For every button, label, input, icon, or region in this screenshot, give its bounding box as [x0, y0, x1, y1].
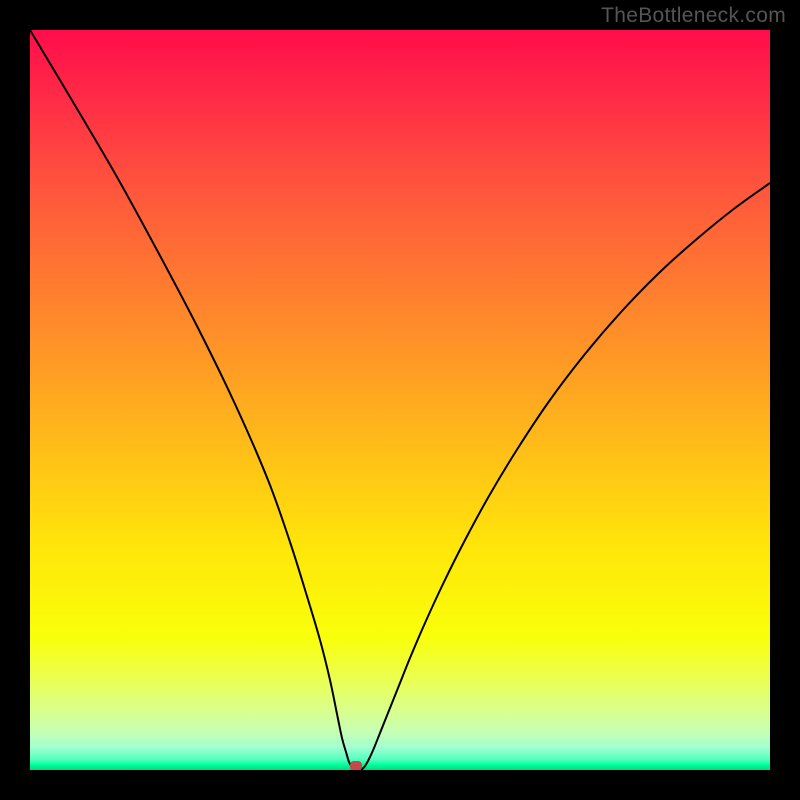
optimum-marker [350, 761, 362, 770]
chart-frame: TheBottleneck.com [0, 0, 800, 800]
curve-layer [30, 30, 770, 770]
plot-area [30, 30, 770, 770]
bottleneck-curve [30, 30, 770, 770]
watermark-text: TheBottleneck.com [601, 4, 786, 28]
